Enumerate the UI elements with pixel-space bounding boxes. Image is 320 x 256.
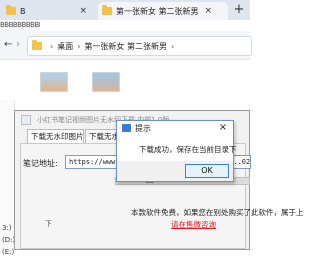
tab-download-images[interactable]: 下载无水印图片: [27, 129, 84, 143]
file-thumbnail[interactable]: [40, 72, 68, 92]
breadcrumb-separator: ›: [77, 41, 81, 51]
tab-folder[interactable]: 第一张新女 第二张新男 ×: [98, 2, 228, 20]
overflow-text: BBBBBBBBBB...: [0, 21, 40, 31]
free-notice: 本款软件免费，如果您在别处购买了此软件，属于上: [131, 208, 304, 217]
download-button-label[interactable]: 下: [45, 219, 52, 229]
close-icon[interactable]: ×: [217, 122, 229, 134]
info-dialog: 提示 × 下载成功，保存在当前目录下 OK: [116, 120, 237, 182]
app-icon: [21, 115, 31, 125]
breadcrumb-desktop[interactable]: 桌面: [57, 41, 73, 52]
contact-link[interactable]: 请在售微咨询: [171, 219, 216, 230]
address-bar[interactable]: › 桌面 › 第一张新女 第二张新男 ›: [27, 36, 252, 56]
file-thumbnail[interactable]: [92, 72, 120, 92]
drive-item[interactable]: 3:): [2, 224, 12, 232]
drive-item[interactable]: (E:): [2, 248, 14, 256]
navigation-pane: 3:) (D:) (E:): [0, 100, 15, 256]
tab-folder-close-icon[interactable]: ×: [205, 6, 213, 16]
dialog-message: 下载成功，保存在当前目录下: [139, 145, 237, 154]
tab-b-label: B: [20, 6, 26, 16]
url-label: 笔记地址:: [23, 159, 58, 168]
tab-folder-label: 第一张新女 第二张新男: [116, 6, 199, 16]
tab-b[interactable]: B ×: [2, 2, 94, 20]
back-arrow-icon[interactable]: ←: [4, 39, 12, 50]
folder-icon: [6, 5, 16, 15]
address-row: ← › › 桌面 › 第一张新女 第二张新男 ›: [0, 31, 252, 60]
folder-icon: [32, 40, 42, 50]
breadcrumb-separator: ›: [50, 41, 54, 51]
tab-strip: B × 第一张新女 第二张新男 × +: [0, 0, 250, 20]
dialog-titlebar[interactable]: 提示 ×: [117, 121, 233, 135]
ok-button[interactable]: OK: [185, 164, 229, 178]
breadcrumb-current[interactable]: 第一张新女 第二张新男: [84, 41, 167, 52]
dialog-title: 提示: [135, 124, 151, 133]
folder-icon: [102, 5, 112, 15]
breadcrumb-separator: ›: [170, 41, 175, 51]
dialog-footer: OK: [117, 161, 233, 181]
info-icon: [122, 124, 131, 132]
forward-arrow-icon[interactable]: ›: [16, 39, 20, 50]
tab-b-close-icon[interactable]: ×: [80, 6, 88, 16]
new-tab-icon[interactable]: +: [232, 3, 246, 17]
